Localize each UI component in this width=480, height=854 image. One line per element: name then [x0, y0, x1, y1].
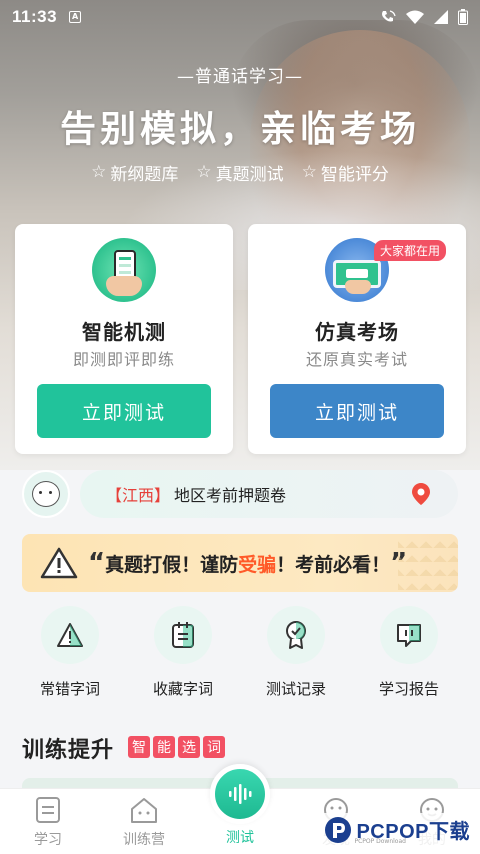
- chip: 词: [203, 736, 225, 758]
- wifi-icon: [406, 10, 424, 24]
- nav-label: 学习: [34, 832, 62, 848]
- tool-study-report[interactable]: 学习报告: [354, 606, 464, 699]
- card-subtitle: 即测即评即练: [72, 350, 175, 369]
- medal-icon: [267, 606, 325, 664]
- simulated-exam-start-button[interactable]: 立即测试: [270, 384, 444, 438]
- tool-test-records[interactable]: 测试记录: [241, 606, 351, 699]
- smart-test-start-button[interactable]: 立即测试: [37, 384, 211, 438]
- section-chips: 智 能 选 词: [128, 736, 225, 758]
- mascot-avatar: [22, 470, 70, 518]
- checker-decoration: [398, 534, 458, 592]
- tool-common-errors[interactable]: 常错字词: [15, 606, 125, 699]
- notification-a-icon: A: [69, 11, 82, 23]
- warning-highlight: 受骗: [238, 553, 277, 576]
- wifi-call-icon: [382, 10, 396, 22]
- test-center-button[interactable]: [210, 764, 270, 824]
- warning-triangle-icon: [40, 547, 78, 579]
- phone-test-illustration-icon: [92, 238, 156, 302]
- hero-tag: ☆ 新纲题库: [91, 162, 179, 186]
- watermark-logo: PCPOP下载 PCPOP Download: [320, 813, 474, 846]
- anti-fraud-banner[interactable]: “ 真题打假！谨防 受骗 ！考前必看！ ”: [22, 534, 458, 592]
- nav-label: 训练营: [123, 832, 165, 848]
- open-quote: “: [88, 548, 106, 578]
- notebook-icon: [154, 606, 212, 664]
- house-icon: [129, 795, 159, 825]
- book-icon: [33, 795, 63, 825]
- warning-text: 真题打假！谨防: [105, 553, 239, 576]
- tool-label: 收藏字词: [152, 680, 213, 698]
- warning-text-end: ！考前必看！: [276, 553, 391, 576]
- star-icon: ☆: [301, 162, 317, 182]
- hero-tag: ☆ 真题测试: [196, 162, 284, 186]
- warning-icon: [41, 606, 99, 664]
- nav-label: 测试: [226, 830, 254, 846]
- chip: 选: [178, 736, 200, 758]
- chip: 智: [128, 736, 150, 758]
- status-bar: 11:33 A: [0, 0, 480, 34]
- star-icon: ☆: [91, 162, 107, 182]
- battery-icon: [458, 9, 468, 25]
- star-icon: ☆: [196, 162, 212, 182]
- hero-tags: ☆ 新纲题库 ☆ 真题测试 ☆ 智能评分: [0, 160, 480, 186]
- report-icon: [380, 606, 438, 664]
- tool-favorites[interactable]: 收藏字词: [128, 606, 238, 699]
- nav-training-camp[interactable]: 训练营: [96, 795, 192, 849]
- popular-badge: 大家都在用: [373, 240, 446, 261]
- pcpop-logo-icon: [325, 816, 352, 843]
- card-title: 智能机测: [82, 320, 166, 344]
- section-title: 训练提升: [22, 738, 115, 763]
- tool-label: 测试记录: [265, 680, 326, 698]
- chip: 能: [153, 736, 175, 758]
- tool-label: 学习报告: [378, 680, 439, 698]
- simulated-exam-card[interactable]: 大家都在用 仿真考场 还原真实考试 立即测试: [248, 224, 466, 454]
- watermark-subtext: PCPOP Download: [354, 838, 406, 845]
- signal-icon: [434, 10, 448, 24]
- hero-kicker: —普通话学习—: [177, 67, 303, 87]
- hero-title: 告别模拟，亲临考场: [59, 109, 420, 150]
- region-text: 地区考前押题卷: [174, 486, 287, 505]
- nav-study[interactable]: 学习: [0, 795, 96, 849]
- hero-tag: ☆ 智能评分: [301, 162, 389, 186]
- smart-test-card[interactable]: 智能机测 即测即评即练 立即测试: [15, 224, 233, 454]
- tool-label: 常错字词: [39, 680, 100, 698]
- status-time: 11:33: [12, 7, 58, 26]
- location-pin-icon: [412, 483, 430, 505]
- card-title: 仿真考场: [315, 320, 399, 344]
- nav-test[interactable]: 测试: [192, 827, 288, 847]
- region-name: 【江西】: [106, 486, 171, 505]
- voice-wave-icon: [229, 784, 252, 804]
- quick-tools: 常错字词 收藏字词 测试记录 学习报告: [0, 606, 480, 706]
- region-exam-banner[interactable]: 【江西】 地区考前押题卷: [80, 470, 458, 518]
- card-subtitle: 还原真实考试: [305, 350, 408, 369]
